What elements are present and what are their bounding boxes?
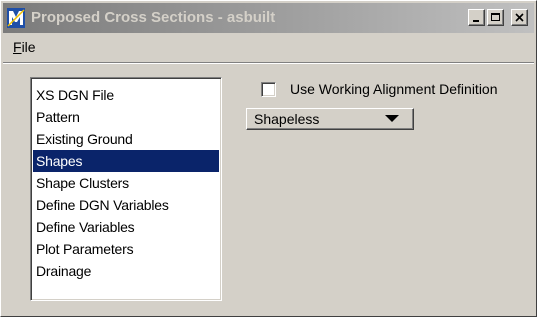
category-listbox[interactable]: XS DGN File Pattern Existing Ground Shapes S… [30, 77, 222, 301]
title-bar[interactable]: Proposed Cross Sections - asbuilt [3, 3, 534, 33]
list-item[interactable]: Plot Parameters [33, 238, 219, 260]
list-item[interactable]: Shape Clusters [33, 172, 219, 194]
menu-bar: File [3, 36, 534, 58]
minimize-icon [473, 20, 479, 22]
list-item[interactable]: Pattern [33, 106, 219, 128]
list-item[interactable]: Drainage [33, 260, 219, 282]
microstation-geopak-icon[interactable] [7, 8, 25, 28]
close-icon [515, 13, 524, 22]
working-alignment-label: Use Working Alignment Definition [290, 81, 498, 97]
minimize-button[interactable] [468, 9, 485, 26]
chevron-down-icon [385, 115, 399, 122]
list-item[interactable]: Define DGN Variables [33, 194, 219, 216]
list-item[interactable]: Define Variables [33, 216, 219, 238]
menu-file[interactable]: File [13, 39, 36, 55]
close-button[interactable] [511, 9, 528, 26]
dialog-window: Proposed Cross Sections - asbuilt File X… [0, 0, 537, 317]
maximize-button[interactable] [487, 9, 504, 26]
menu-file-mnemonic: F [13, 39, 22, 55]
shape-mode-dropdown[interactable]: Shapeless [246, 108, 414, 130]
shape-mode-value: Shapeless [254, 111, 320, 127]
working-alignment-checkbox[interactable] [261, 82, 276, 97]
list-item[interactable]: Shapes [33, 150, 219, 172]
window-title: Proposed Cross Sections - asbuilt [31, 9, 276, 26]
list-item[interactable]: Existing Ground [33, 128, 219, 150]
menu-file-label: ile [21, 39, 36, 55]
maximize-icon [491, 13, 500, 21]
list-item[interactable]: XS DGN File [33, 84, 219, 106]
category-list: XS DGN File Pattern Existing Ground Shapes S… [33, 84, 219, 282]
menu-separator [3, 62, 534, 64]
